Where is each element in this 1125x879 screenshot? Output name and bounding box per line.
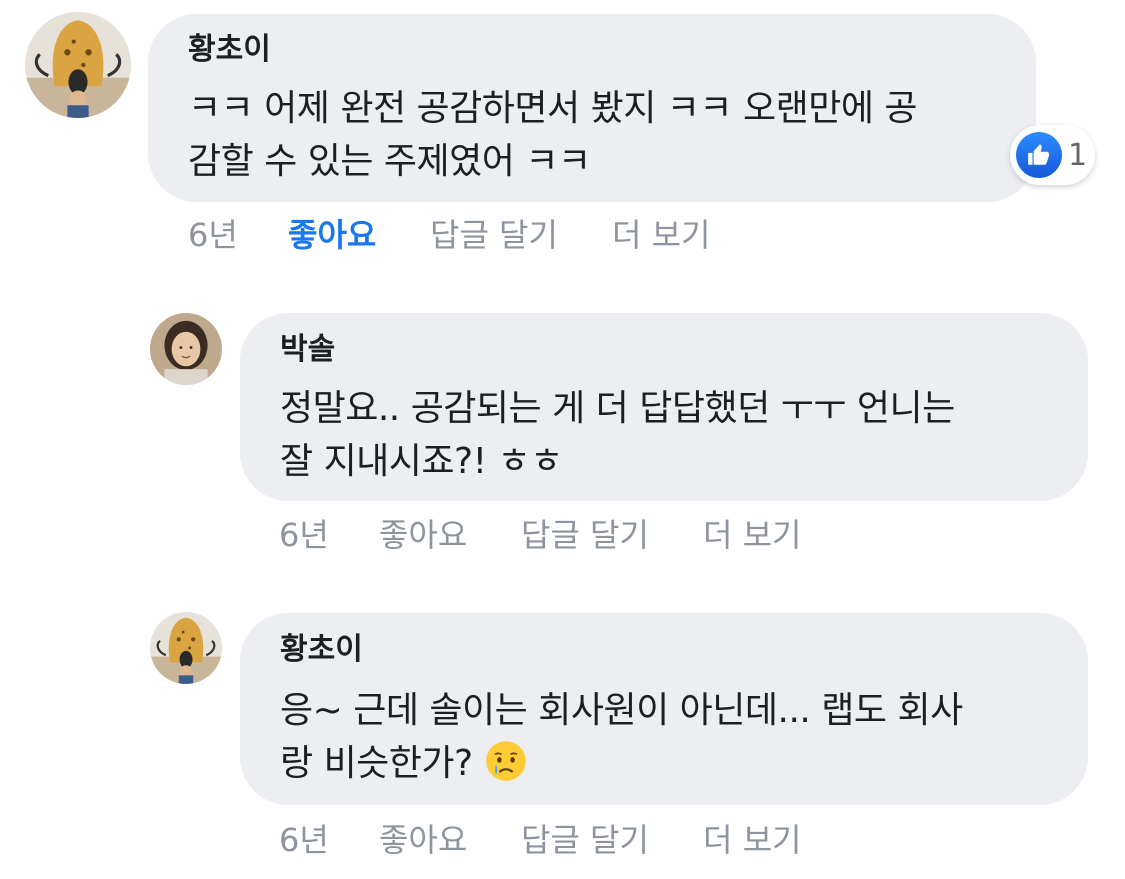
avatar[interactable] [25, 12, 131, 118]
comment-text-segment: 랑 비슷한가? [280, 743, 473, 784]
reply-button[interactable]: 답글 달기 [521, 820, 649, 860]
more-button[interactable]: 더 보기 [703, 820, 802, 860]
comment-text: 정말요.. 공감되는 게 더 답답했던 ㅜㅜ 언니는 잘 지내시죠?! ㅎㅎ [280, 382, 955, 488]
comment-text: ㅋㅋ 어제 완전 공감하면서 봤지 ㅋㅋ 오랜만에 공 감할 수 있는 주제였어… [188, 82, 918, 188]
reply-button[interactable]: 답글 달기 [430, 215, 558, 255]
comment-actions: 6년 좋아요 답글 달기 더 보기 [279, 820, 879, 860]
reaction-count: 1 [1068, 137, 1088, 173]
avatar[interactable] [150, 313, 222, 385]
comment-text-line: ㅋㅋ 어제 완전 공감하면서 봤지 ㅋㅋ 오랜만에 공 [188, 88, 918, 129]
comment-text-line: 정말요.. 공감되는 게 더 답답했던 ㅜㅜ 언니는 [280, 388, 955, 429]
comment-text-line: 잘 지내시죠?! ㅎㅎ [280, 441, 563, 482]
more-button[interactable]: 더 보기 [612, 215, 711, 255]
comment-timestamp[interactable]: 6년 [279, 515, 329, 555]
comment-text-line: 응~ 근데 솔이는 회사원이 아닌데... 랩도 회사 [280, 690, 963, 731]
like-button[interactable]: 좋아요 [288, 215, 376, 255]
comment-author[interactable]: 황초이 [280, 632, 363, 668]
comment-text-line: 감할 수 있는 주제였어 ㅋㅋ [188, 141, 591, 182]
comment-timestamp[interactable]: 6년 [188, 215, 238, 255]
avatar-image [150, 313, 222, 385]
more-button[interactable]: 더 보기 [703, 515, 802, 555]
thumbs-up-icon [1016, 132, 1062, 178]
like-button[interactable]: 좋아요 [379, 515, 467, 555]
comment-actions: 6년 좋아요 답글 달기 더 보기 [188, 215, 788, 255]
comment-author[interactable]: 박솔 [280, 332, 335, 368]
comment-text: 응~ 근데 솔이는 회사원이 아닌데... 랩도 회사 랑 비슷한가? [280, 684, 963, 790]
avatar-image [25, 12, 131, 118]
reply-button[interactable]: 답글 달기 [521, 515, 649, 555]
avatar[interactable] [150, 612, 222, 684]
like-button[interactable]: 좋아요 [379, 820, 467, 860]
comment-timestamp[interactable]: 6년 [279, 820, 329, 860]
crying-face-icon [484, 739, 528, 783]
avatar-image [150, 612, 222, 684]
comment-actions: 6년 좋아요 답글 달기 더 보기 [279, 515, 879, 555]
comment-text-line: 랑 비슷한가? [280, 737, 963, 790]
reaction-badge[interactable]: 1 [1010, 125, 1096, 185]
comment-author[interactable]: 황초이 [188, 32, 271, 68]
